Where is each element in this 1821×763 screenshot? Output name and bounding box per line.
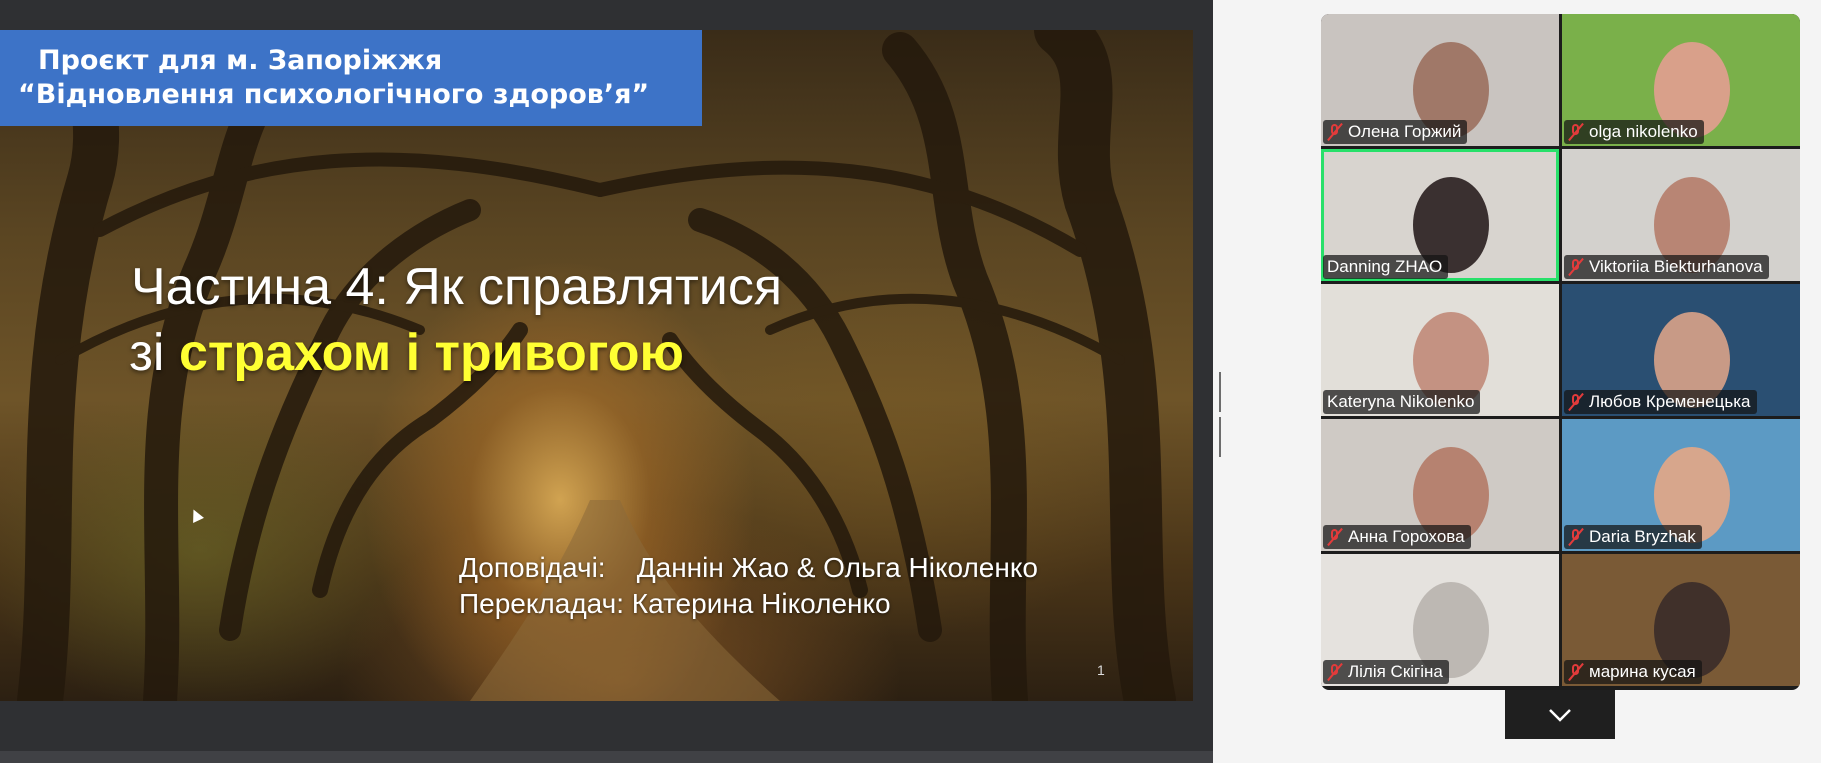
- participant-name-label: Лілія Скігіна: [1323, 660, 1449, 684]
- microphone-muted-icon: [1568, 258, 1584, 276]
- participant-tile[interactable]: Danning ZHAO: [1321, 149, 1559, 281]
- participant-name-label: Viktoriia Biekturhanova: [1564, 255, 1769, 279]
- participant-name: Олена Горжий: [1348, 122, 1462, 141]
- translator-label: Перекладач:: [459, 588, 624, 619]
- translator-row: Перекладач: Катерина Ніколенко: [459, 586, 1038, 622]
- microphone-muted-icon: [1327, 123, 1343, 141]
- microphone-muted-icon: [1327, 663, 1343, 681]
- bottom-edge-bar: [0, 751, 1213, 763]
- participant-tile[interactable]: Viktoriia Biekturhanova: [1562, 149, 1800, 281]
- speakers-label: Доповідачі:: [459, 552, 606, 583]
- participant-tile[interactable]: Kateryna Nikolenko: [1321, 284, 1559, 416]
- participant-name-label: Олена Горжий: [1323, 120, 1468, 144]
- participant-name: Любов Кременецька: [1589, 392, 1751, 411]
- participant-name: Анна Горохова: [1348, 527, 1465, 546]
- participant-tile[interactable]: Daria Bryzhak: [1562, 419, 1800, 551]
- participant-name: Danning ZHAO: [1327, 257, 1443, 276]
- participant-name-label: Danning ZHAO: [1323, 255, 1449, 279]
- participant-name-label: марина кусая: [1564, 660, 1702, 684]
- presentation-slide: Проєкт для м. Запоріжжя “Відновлення пси…: [0, 30, 1193, 701]
- participant-name: Daria Bryzhak: [1589, 527, 1696, 546]
- microphone-muted-icon: [1568, 528, 1584, 546]
- gallery-scroll-down-button[interactable]: [1505, 690, 1615, 739]
- participant-name-label: Daria Bryzhak: [1564, 525, 1702, 549]
- shared-screen-area: Проєкт для м. Запоріжжя “Відновлення пси…: [0, 0, 1213, 763]
- microphone-muted-icon: [1568, 393, 1584, 411]
- speakers-row: Доповідачі: Даннін Жао & Ольга Ніколенко: [459, 550, 1038, 586]
- participant-name: Лілія Скігіна: [1348, 662, 1443, 681]
- participant-name-label: olga nikolenko: [1564, 120, 1704, 144]
- participant-name: Viktoriia Biekturhanova: [1589, 257, 1763, 276]
- participant-video-grid: Олена Горжий olga nikolenko Danning ZHAO Vi…: [1321, 14, 1800, 690]
- participant-tile[interactable]: Анна Горохова: [1321, 419, 1559, 551]
- speakers-names: Даннін Жао & Ольга Ніколенко: [636, 552, 1038, 583]
- participant-tile[interactable]: Олена Горжий: [1321, 14, 1559, 146]
- participant-name: Kateryna Nikolenko: [1327, 392, 1475, 411]
- slide-page-number: 1: [1097, 662, 1105, 678]
- banner-line-2: “Відновлення психологічного здоров’я”: [18, 79, 650, 110]
- microphone-muted-icon: [1327, 528, 1343, 546]
- slide-headline-line-2: зі страхом і тривогою: [0, 322, 1003, 384]
- microphone-muted-icon: [1568, 123, 1584, 141]
- translator-name: Катерина Ніколенко: [631, 588, 891, 619]
- panel-resize-handle[interactable]: [1219, 372, 1225, 457]
- project-title-banner: Проєкт для м. Запоріжжя “Відновлення пси…: [0, 30, 702, 126]
- participant-name-label: Анна Горохова: [1323, 525, 1471, 549]
- participant-tile[interactable]: olga nikolenko: [1562, 14, 1800, 146]
- chevron-down-icon: [1549, 708, 1571, 722]
- participant-name-label: Любов Кременецька: [1564, 390, 1757, 414]
- slide-headline-line-1: Частина 4: Як справлятися: [130, 258, 783, 316]
- participant-tile[interactable]: Лілія Скігіна: [1321, 554, 1559, 686]
- headline-highlight: страхом і тривогою: [178, 324, 684, 382]
- participant-name-label: Kateryna Nikolenko: [1323, 390, 1481, 414]
- banner-line-1: Проєкт для м. Запоріжжя: [38, 45, 443, 76]
- participant-tile[interactable]: марина кусая: [1562, 554, 1800, 686]
- participant-tile[interactable]: Любов Кременецька: [1562, 284, 1800, 416]
- headline-prefix: зі: [129, 324, 179, 382]
- slide-credits: Доповідачі: Даннін Жао & Ольга Ніколенко…: [459, 550, 1038, 622]
- participant-name: olga nikolenko: [1589, 122, 1698, 141]
- participant-name: марина кусая: [1589, 662, 1696, 681]
- microphone-muted-icon: [1568, 663, 1584, 681]
